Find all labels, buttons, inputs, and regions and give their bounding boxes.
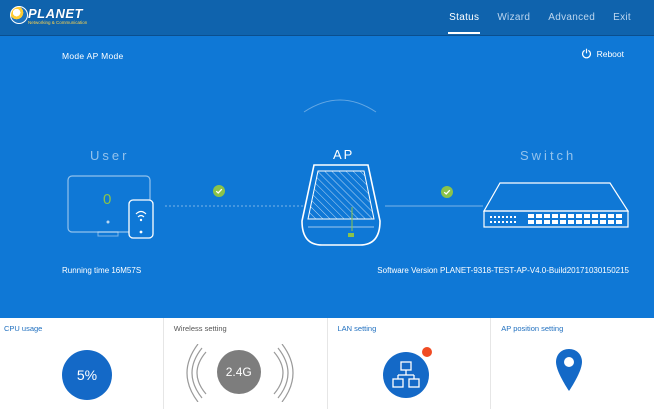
planet-logo[interactable]: PLANET Networking & Communication — [8, 4, 87, 30]
access-point-icon — [301, 164, 381, 246]
main-nav: Status Wizard Advanced Exit — [440, 0, 640, 36]
check-icon — [213, 185, 225, 197]
user-count: 0 — [103, 191, 112, 208]
software-version: Software Version PLANET-9318-TEST-AP-V4.… — [377, 266, 629, 275]
lan-icon-circle — [382, 352, 429, 398]
cpu-usage-value: 5% — [62, 350, 112, 400]
nav-wizard[interactable]: Wizard — [488, 0, 539, 36]
running-time: Running time 16M57S — [62, 266, 142, 275]
user-node-label: User — [90, 148, 130, 163]
nav-status[interactable]: Status — [440, 0, 488, 36]
nav-exit[interactable]: Exit — [604, 0, 640, 36]
wireless-band-value: 2.4G — [216, 350, 261, 394]
user-device[interactable]: 0 — [65, 174, 165, 244]
logo-tagline: Networking & Communication — [28, 20, 88, 25]
settings-cards: CPU usage 5% Wireless setting 2.4G LAN s… — [0, 318, 654, 409]
logo-text: PLANET — [28, 6, 83, 21]
ap-node-label: AP — [333, 147, 355, 162]
switch-node-label: Switch — [520, 148, 577, 163]
top-bar: PLANET Networking & Communication Status… — [0, 0, 654, 36]
link-user-ap — [165, 205, 303, 207]
mode-label: Mode AP Mode — [62, 51, 124, 61]
status-panel: Mode AP Mode Reboot User AP Switch 0 Run… — [0, 36, 654, 318]
reboot-label: Reboot — [596, 48, 624, 59]
link-ap-switch — [385, 205, 483, 207]
notification-dot — [420, 346, 433, 358]
switch-device[interactable] — [482, 181, 632, 243]
signal-arc-icon — [303, 99, 377, 113]
cpu-usage-title: CPU usage — [4, 324, 43, 333]
globe-icon — [10, 6, 28, 24]
location-pin-icon — [556, 349, 583, 391]
network-icon — [391, 361, 420, 388]
cpu-usage-card[interactable]: CPU usage 5% — [0, 318, 164, 409]
wireless-setting-card[interactable]: Wireless setting 2.4G — [164, 318, 328, 409]
lan-setting-card[interactable]: LAN setting — [328, 318, 492, 409]
switch-icon — [482, 182, 630, 228]
check-icon — [441, 186, 453, 198]
wireless-setting-title: Wireless setting — [173, 324, 227, 333]
reboot-button[interactable]: Reboot — [581, 48, 624, 59]
monitor-icon — [67, 175, 154, 239]
power-icon — [581, 48, 591, 59]
ap-position-title: AP position setting — [501, 324, 564, 333]
nav-advanced[interactable]: Advanced — [539, 0, 604, 36]
ap-device[interactable] — [300, 161, 382, 247]
lan-setting-title: LAN setting — [337, 324, 377, 333]
ap-position-card[interactable]: AP position setting — [491, 318, 654, 409]
